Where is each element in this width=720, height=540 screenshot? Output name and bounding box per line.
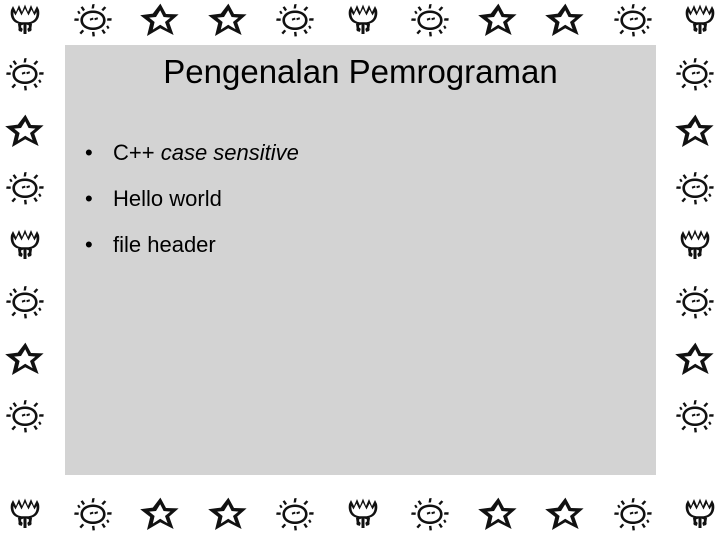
star-icon [2,112,48,152]
list-item-label: Hello world [113,186,222,211]
star-icon [672,340,718,380]
star-icon [137,495,183,535]
tulip-icon [2,495,48,535]
star-icon [205,495,251,535]
tulip-icon [2,226,48,266]
sun-icon [407,495,453,535]
bullet-marker-icon: • [85,232,93,257]
bullet-list: • C++ case sensitive • Hello world • file hea… [77,130,637,268]
star-icon [672,112,718,152]
slide-content-panel: Pengenalan Pemrograman • C++ case sensiti… [65,45,656,475]
slide-canvas: Pengenalan Pemrograman • C++ case sensiti… [0,0,720,540]
bullet-marker-icon: • [85,186,93,211]
sun-icon [672,283,718,323]
sun-icon [672,55,718,95]
sun-icon [672,169,718,209]
sun-icon [672,397,718,437]
star-icon [542,495,588,535]
star-icon [205,1,251,41]
sun-icon [272,495,318,535]
sun-icon [272,1,318,41]
tulip-icon [672,226,718,266]
sun-icon [70,495,116,535]
sun-icon [2,397,48,437]
star-icon [137,1,183,41]
sun-icon [610,1,656,41]
sun-icon [2,283,48,323]
tulip-icon [2,1,48,41]
sun-icon [70,1,116,41]
tulip-icon [677,495,720,535]
star-icon [475,1,521,41]
sun-icon [407,1,453,41]
star-icon [2,340,48,380]
list-item-label: C++ [113,140,161,165]
list-item: • Hello world [77,176,637,222]
tulip-icon [340,495,386,535]
sun-icon [2,55,48,95]
star-icon [542,1,588,41]
tulip-icon [677,1,720,41]
list-item: • file header [77,222,637,268]
tulip-icon [340,1,386,41]
list-item: • C++ case sensitive [77,130,637,176]
bullet-marker-icon: • [85,140,93,165]
page-title: Pengenalan Pemrograman [163,53,558,90]
sun-icon [610,495,656,535]
star-icon [475,495,521,535]
list-item-label: file header [113,232,216,257]
sun-icon [2,169,48,209]
list-item-emphasis: case sensitive [160,140,299,165]
